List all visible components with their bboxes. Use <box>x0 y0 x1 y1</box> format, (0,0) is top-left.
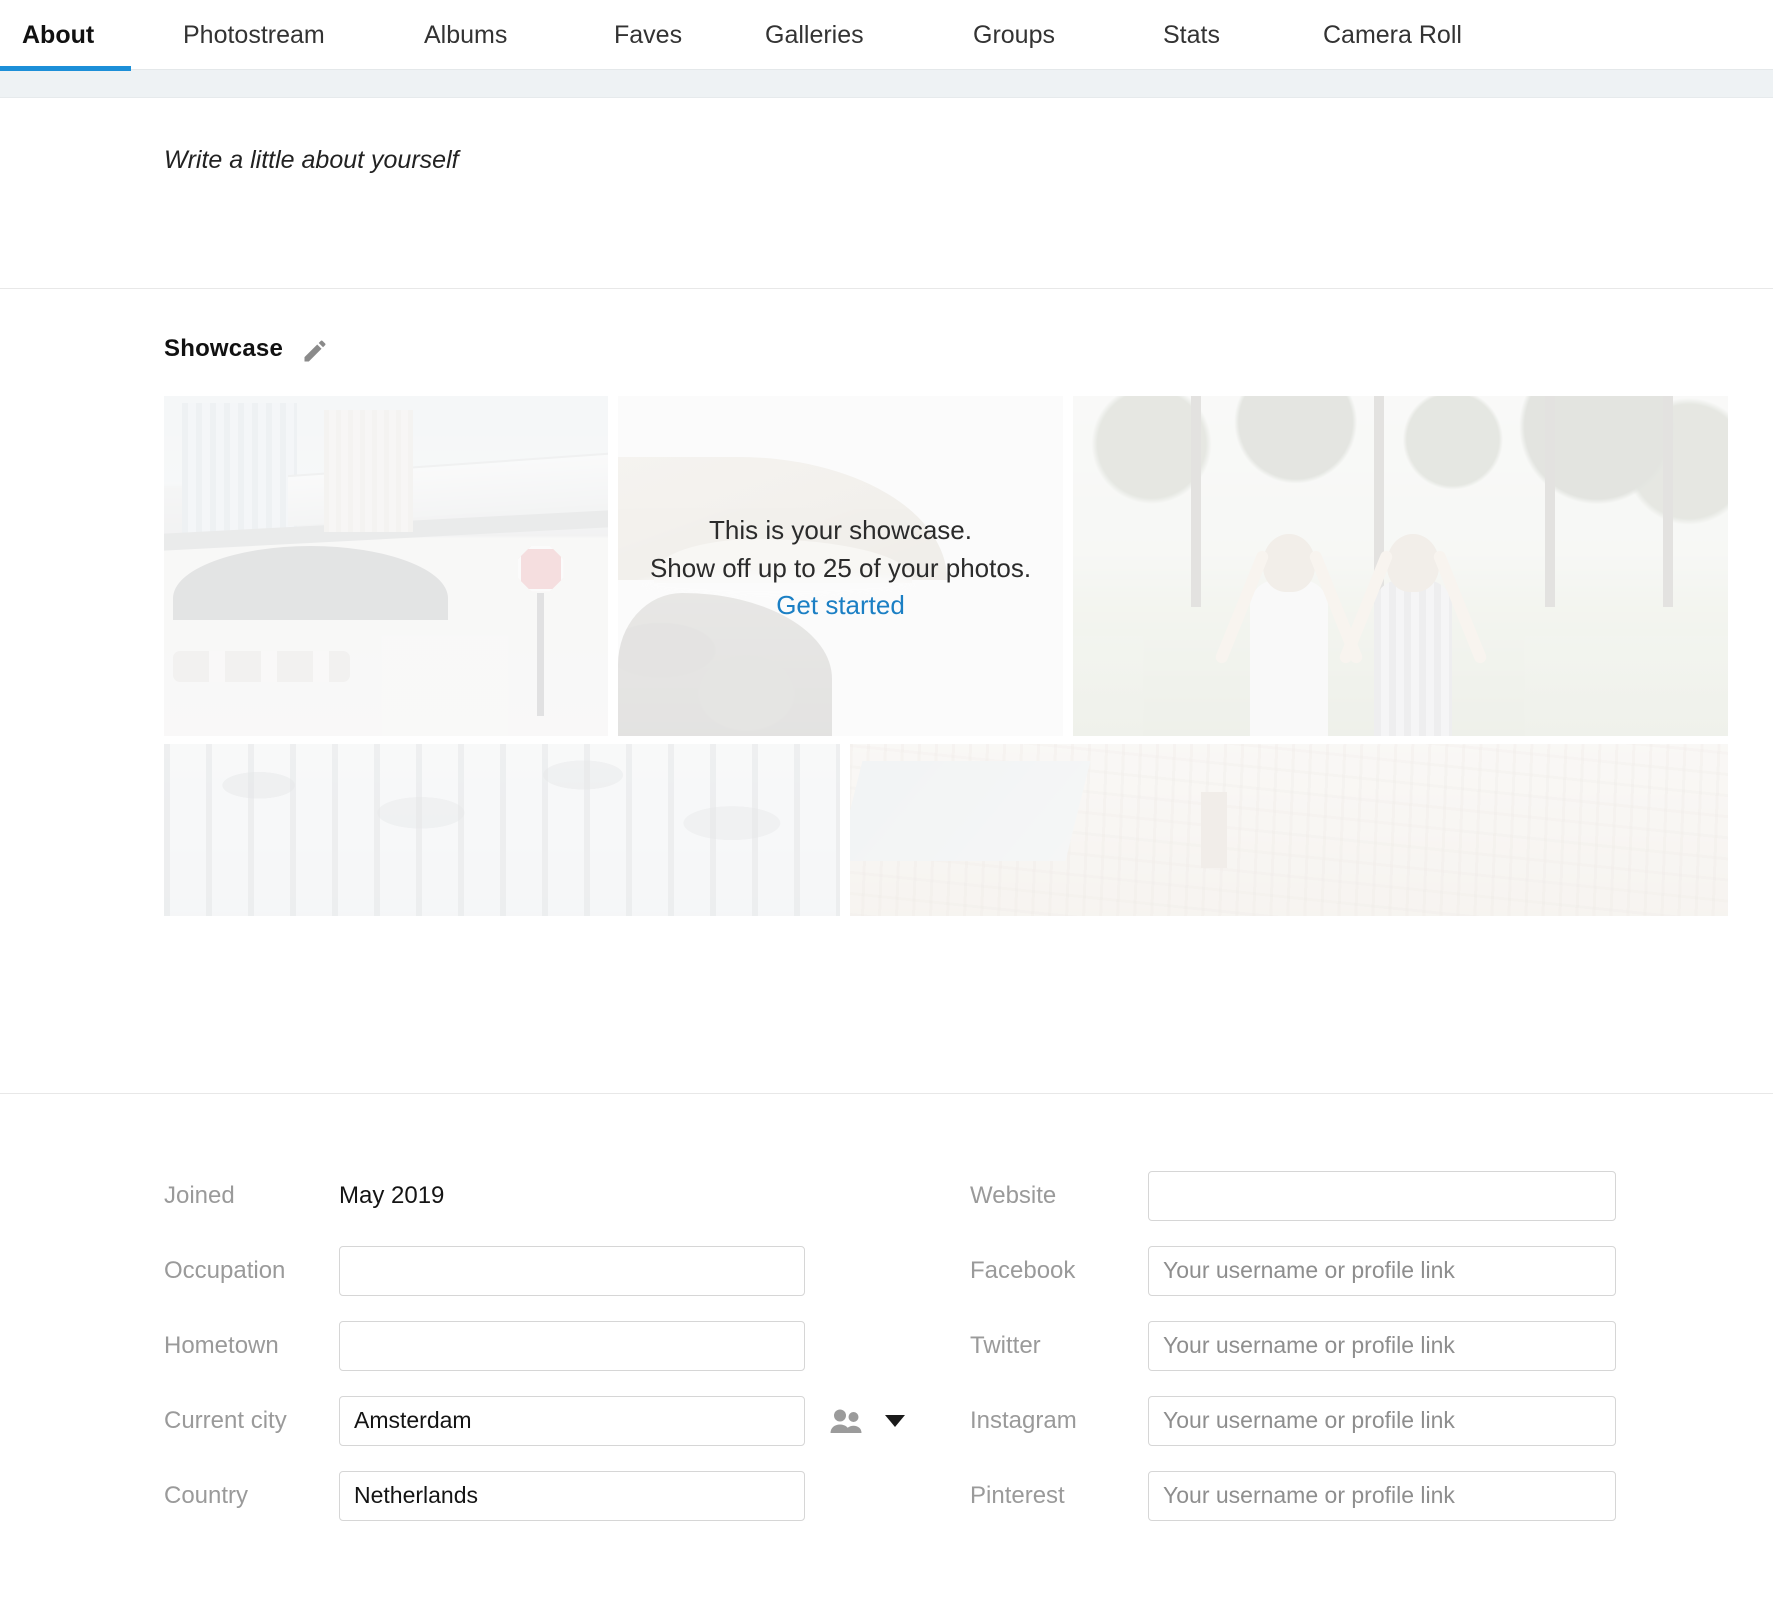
field-row-instagram: Instagram <box>970 1383 1670 1458</box>
label-hometown: Hometown <box>164 1332 339 1360</box>
section-band <box>0 70 1773 98</box>
field-row-twitter: Twitter <box>970 1308 1670 1383</box>
country-input[interactable] <box>339 1471 805 1521</box>
current-city-input[interactable] <box>339 1396 805 1446</box>
tab-groups[interactable]: Groups <box>926 0 1117 70</box>
tab-photostream[interactable]: Photostream <box>131 0 377 70</box>
showcase-row-top: This is your showcase. Show off up to 25… <box>164 396 1728 736</box>
profile-tab-bar: About Photostream Albums Faves Galleries… <box>0 0 1773 70</box>
bio-section: Write a little about yourself <box>0 98 1773 288</box>
label-country: Country <box>164 1482 339 1510</box>
showcase-tile-image <box>164 396 608 736</box>
label-occupation: Occupation <box>164 1257 339 1285</box>
showcase-header: Showcase <box>164 335 329 363</box>
label-twitter: Twitter <box>970 1332 1148 1360</box>
showcase-title: Showcase <box>164 335 283 363</box>
showcase-tile-grid: This is your showcase. Show off up to 25… <box>164 396 1728 916</box>
showcase-tile-friends-forest[interactable] <box>1073 396 1728 736</box>
get-started-link[interactable]: Get started <box>776 590 905 621</box>
label-instagram: Instagram <box>970 1407 1148 1435</box>
current-city-privacy-selector[interactable] <box>829 1408 905 1434</box>
bio-placeholder-text[interactable]: Write a little about yourself <box>164 146 459 175</box>
occupation-input[interactable] <box>339 1246 805 1296</box>
showcase-tile-image <box>850 744 1728 916</box>
facebook-input[interactable] <box>1148 1246 1616 1296</box>
showcase-row-bottom <box>164 744 1728 916</box>
label-joined: Joined <box>164 1182 339 1210</box>
hometown-input[interactable] <box>339 1321 805 1371</box>
people-icon <box>829 1408 863 1434</box>
field-row-joined: Joined May 2019 <box>164 1158 970 1233</box>
showcase-empty-prompt: This is your showcase. Show off up to 25… <box>618 511 1063 621</box>
pinterest-input[interactable] <box>1148 1471 1616 1521</box>
showcase-tile-aerial-city[interactable] <box>850 744 1728 916</box>
tab-albums[interactable]: Albums <box>377 0 567 70</box>
tab-camera-roll[interactable]: Camera Roll <box>1267 0 1462 70</box>
tab-galleries[interactable]: Galleries <box>719 0 926 70</box>
chevron-down-icon <box>885 1415 905 1427</box>
showcase-prompt-line-1: This is your showcase. <box>618 511 1063 549</box>
showcase-tile-coastal-cliff[interactable]: This is your showcase. Show off up to 25… <box>618 396 1063 736</box>
instagram-input[interactable] <box>1148 1396 1616 1446</box>
showcase-tile-misty-pines[interactable] <box>164 744 840 916</box>
pencil-icon[interactable] <box>301 337 329 365</box>
field-row-facebook: Facebook <box>970 1233 1670 1308</box>
twitter-input[interactable] <box>1148 1321 1616 1371</box>
profile-details-section: Joined May 2019 Occupation Hometown Curr… <box>0 1094 1773 1533</box>
field-row-current-city: Current city <box>164 1383 970 1458</box>
profile-column-left: Joined May 2019 Occupation Hometown Curr… <box>164 1158 970 1533</box>
label-pinterest: Pinterest <box>970 1482 1148 1510</box>
value-joined: May 2019 <box>339 1182 444 1210</box>
field-row-hometown: Hometown <box>164 1308 970 1383</box>
tab-bar-hairline <box>0 69 1773 70</box>
tab-about[interactable]: About <box>22 0 131 70</box>
field-row-pinterest: Pinterest <box>970 1458 1670 1533</box>
showcase-section: Showcase <box>0 289 1773 1093</box>
tab-faves[interactable]: Faves <box>567 0 719 70</box>
showcase-prompt-line-2: Show off up to 25 of your photos. <box>618 549 1063 587</box>
label-website: Website <box>970 1182 1148 1210</box>
field-row-occupation: Occupation <box>164 1233 970 1308</box>
active-tab-indicator <box>0 66 131 71</box>
label-current-city: Current city <box>164 1407 339 1435</box>
tab-stats[interactable]: Stats <box>1117 0 1267 70</box>
profile-column-right: Website Facebook Twitter Instagram Pinte… <box>970 1158 1670 1533</box>
website-input[interactable] <box>1148 1171 1616 1221</box>
field-row-country: Country <box>164 1458 970 1533</box>
showcase-tile-image <box>1073 396 1728 736</box>
showcase-tile-elevated-train[interactable] <box>164 396 608 736</box>
field-row-website: Website <box>970 1158 1670 1233</box>
showcase-tile-image <box>164 744 840 916</box>
label-facebook: Facebook <box>970 1257 1148 1285</box>
